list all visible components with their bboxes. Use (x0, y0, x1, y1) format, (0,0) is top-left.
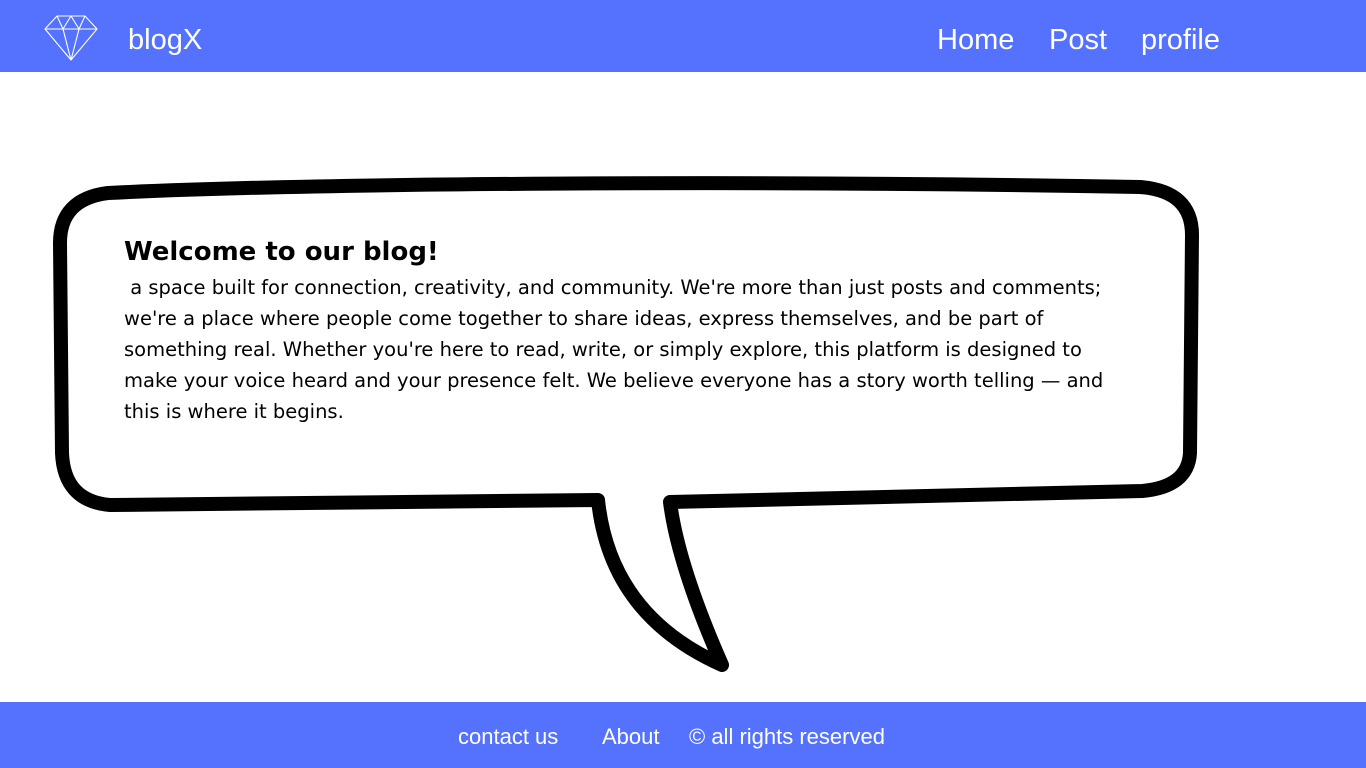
diamond-icon[interactable] (43, 14, 99, 62)
footer-about-link[interactable]: About (602, 723, 660, 751)
navbar: blogX Home Post profile (0, 0, 1366, 72)
welcome-text: a space built for connection, creativity… (124, 276, 1110, 423)
brand-link[interactable]: blogX (128, 22, 202, 58)
copyright-text: © all rights reserved (689, 724, 885, 749)
welcome-section: Welcome to our blog! a space built for c… (124, 232, 1134, 427)
nav-home-link[interactable]: Home (937, 22, 1014, 58)
footer: contact us About © all rights reserved (0, 702, 1366, 768)
nav-profile-link[interactable]: profile (1141, 22, 1220, 58)
footer-contact-link[interactable]: contact us (458, 723, 558, 751)
nav-post-link[interactable]: Post (1049, 22, 1107, 58)
welcome-title: Welcome to our blog! (124, 237, 439, 267)
